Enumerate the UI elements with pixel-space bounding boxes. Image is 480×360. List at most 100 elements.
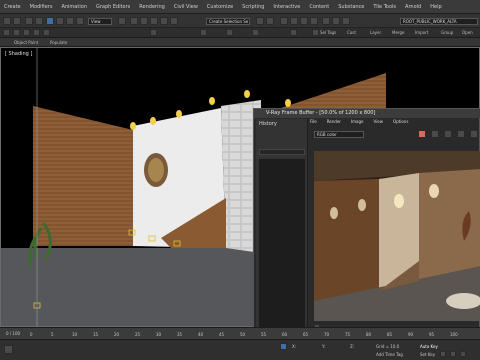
tab-object-paint[interactable]: Object Paint — [14, 40, 38, 45]
menu-item[interactable]: Help — [430, 4, 441, 10]
history-panel: History — [256, 119, 308, 338]
channel-dropdown[interactable]: RGB color — [314, 131, 364, 138]
menu-item[interactable]: Scripting — [242, 4, 264, 10]
tool-icon[interactable] — [312, 29, 319, 36]
menu-item[interactable]: Customize — [207, 4, 233, 10]
rotate-icon[interactable] — [76, 17, 84, 25]
reference-coord-dropdown[interactable]: View — [88, 18, 112, 25]
menu-item[interactable]: Tile Tools — [373, 4, 396, 10]
y-coord-label: Y: — [322, 344, 326, 349]
tool-icon[interactable] — [290, 29, 297, 36]
render-last-icon[interactable] — [418, 130, 426, 138]
vray-title[interactable]: V-Ray Frame Buffer - [50.0% of 1200 x 80… — [254, 109, 480, 118]
status-bar: X: Y: Z: Grid = 10.0 Add Time Tag Auto K… — [0, 339, 480, 360]
menu-item[interactable]: Content — [309, 4, 329, 10]
tool-icon[interactable] — [252, 29, 259, 36]
menu-item[interactable]: Graph Editors — [96, 4, 130, 10]
time-slider[interactable]: 0 / 100 0 5 10 15 20 25 30 35 40 45 50 55 60 65 70 75 80… — [0, 327, 480, 339]
workspace-dropdown[interactable]: ROOT_PUBLIC_WORK_ALTA — [400, 18, 478, 25]
percent-snap-icon[interactable] — [150, 17, 158, 25]
ribbon-item[interactable]: Sel Tags — [320, 30, 336, 35]
vray-menu-item[interactable]: Image — [351, 119, 364, 124]
spinner-snap-icon[interactable] — [160, 17, 168, 25]
vray-menu-item[interactable]: View — [373, 119, 383, 124]
move-icon[interactable] — [66, 17, 74, 25]
timeline-tick: 40 — [198, 332, 204, 337]
redo-icon[interactable] — [13, 17, 21, 25]
menu-item[interactable]: Animation — [61, 4, 87, 10]
align-icon[interactable] — [266, 17, 274, 25]
menu-item[interactable]: Substance — [338, 4, 364, 10]
stop-icon[interactable] — [470, 130, 478, 138]
material-editor-icon[interactable] — [310, 17, 318, 25]
history-search[interactable] — [259, 149, 305, 155]
vray-menu-item[interactable]: File — [310, 119, 317, 124]
rendered-frame-window-icon[interactable] — [332, 17, 340, 25]
menu-item[interactable]: Rendering — [139, 4, 165, 10]
sphere-icon[interactable] — [3, 29, 10, 36]
schematic-view-icon[interactable] — [300, 17, 308, 25]
set-key-button[interactable]: Set Key — [420, 352, 435, 357]
timeline-tick: 90 — [408, 332, 414, 337]
vray-menu: File Render Image View Options — [310, 119, 408, 124]
teapot-icon[interactable] — [457, 130, 465, 138]
menu-item[interactable]: Civil View — [174, 4, 198, 10]
pivot-icon[interactable] — [118, 17, 126, 25]
vray-menu-item[interactable]: Render — [327, 119, 341, 124]
ribbon-item[interactable]: Import — [415, 30, 428, 35]
last-frame-icon[interactable] — [460, 351, 466, 357]
history-list[interactable] — [259, 159, 305, 329]
frame-counter: 0 / 100 — [6, 331, 21, 336]
mirror-icon[interactable] — [256, 17, 264, 25]
ribbon-item[interactable]: Layer — [370, 30, 381, 35]
add-time-tag[interactable]: Add Time Tag — [376, 352, 403, 357]
ribbon-item[interactable]: Open — [462, 30, 473, 35]
named-selection-dropdown[interactable]: Create Selection Se — [206, 18, 250, 25]
history-label: History — [259, 121, 277, 127]
light-icon[interactable] — [33, 29, 40, 36]
ribbon-item[interactable]: Group — [441, 30, 453, 35]
menu-item[interactable]: Interactive — [273, 4, 300, 10]
unlink-icon[interactable] — [35, 17, 43, 25]
render-image[interactable] — [314, 151, 480, 321]
camera-icon[interactable] — [43, 29, 50, 36]
timeline-tick: 50 — [240, 332, 246, 337]
tool-icon[interactable] — [226, 29, 233, 36]
menu-item[interactable]: Create — [4, 4, 21, 10]
curve-editor-icon[interactable] — [290, 17, 298, 25]
menu-item[interactable]: Arnold — [405, 4, 421, 10]
vray-frame-buffer-window[interactable]: V-Ray Frame Buffer - [50.0% of 1200 x 80… — [253, 108, 480, 338]
vray-menu-item[interactable]: Options — [393, 119, 408, 124]
render-icon[interactable] — [342, 17, 350, 25]
angle-snap-icon[interactable] — [140, 17, 148, 25]
edit-named-selection-icon[interactable] — [170, 17, 178, 25]
wall-art-inner — [148, 158, 164, 182]
box-icon[interactable] — [13, 29, 20, 36]
timeline-tick: 35 — [177, 332, 183, 337]
region-icon[interactable] — [444, 130, 452, 138]
render-setup-icon[interactable] — [322, 17, 330, 25]
timeline-tick: 75 — [345, 332, 351, 337]
ribbon-item[interactable]: Merge — [392, 30, 405, 35]
layer-explorer-icon[interactable] — [280, 17, 288, 25]
cylinder-icon[interactable] — [23, 29, 30, 36]
timeline-tick: 70 — [324, 332, 330, 337]
tool-icon[interactable] — [200, 29, 207, 36]
save-icon[interactable] — [431, 130, 439, 138]
lock-selection-icon[interactable] — [280, 343, 287, 350]
menu-item[interactable]: Modifiers — [30, 4, 53, 10]
tab-populate[interactable]: Populate — [50, 40, 67, 45]
maxscript-icon[interactable] — [4, 345, 13, 354]
select-by-name-icon[interactable] — [56, 17, 64, 25]
select-icon[interactable] — [46, 17, 54, 25]
play-icon[interactable] — [440, 351, 446, 357]
next-frame-icon[interactable] — [450, 351, 456, 357]
link-icon[interactable] — [25, 17, 33, 25]
auto-key-button[interactable]: Auto Key — [420, 344, 438, 349]
snap-icon[interactable] — [130, 17, 138, 25]
undo-icon[interactable] — [3, 17, 11, 25]
secondary-toolbar: Sel Tags Cast Layer Merge Import Group O… — [0, 28, 480, 38]
tool-icon[interactable] — [150, 29, 157, 36]
menu-bar: Create Modifiers Animation Graph Editors Ren… — [0, 0, 480, 14]
ribbon-item[interactable]: Cast — [347, 30, 356, 35]
